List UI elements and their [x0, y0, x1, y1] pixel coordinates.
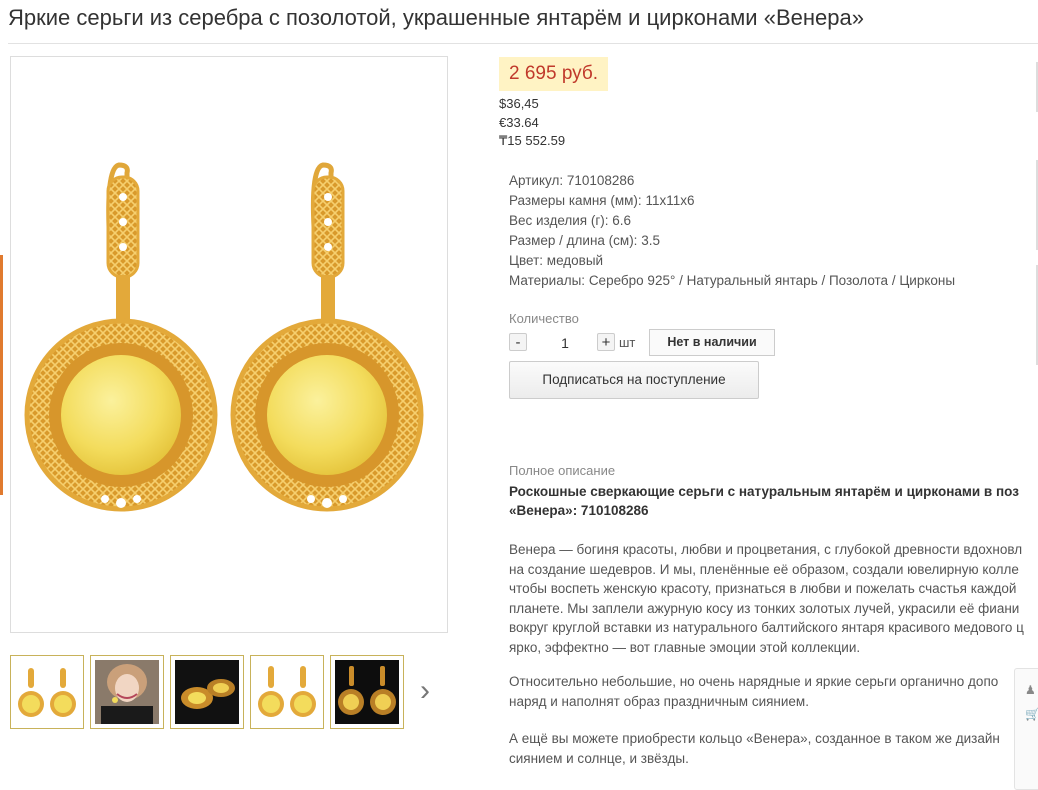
thumb-earrings-icon	[15, 660, 79, 724]
user-icon[interactable]: ♟	[1025, 683, 1036, 697]
price-eur: €33.64	[499, 115, 539, 130]
property-weight: Вес изделия (г): 6.6	[509, 213, 632, 228]
thumbnail-earrings-front-2[interactable]	[250, 655, 324, 729]
thumb-model-icon	[95, 660, 159, 724]
property-stone-size: Размеры камня (мм): 11х11х6	[509, 193, 695, 208]
quantity-input[interactable]	[536, 331, 594, 355]
floating-toolbar: ♟ 🛒	[1014, 668, 1038, 790]
product-title: Яркие серьги из серебра с позолотой, укр…	[8, 5, 864, 30]
cart-icon[interactable]: 🛒	[1025, 707, 1038, 721]
price-kzt: ₸15 552.59	[499, 133, 566, 148]
property-sku: Артикул: 710108286	[509, 173, 635, 188]
thumbnail-earrings-dark-angle[interactable]	[170, 655, 244, 729]
description-label: Полное описание	[509, 463, 616, 478]
right-earring	[230, 162, 424, 512]
title-divider	[8, 43, 1038, 44]
chevron-right-icon[interactable]: ›	[413, 675, 437, 709]
thumbnail-earrings-front[interactable]	[10, 655, 84, 729]
quantity-increase-button[interactable]: +	[597, 333, 615, 351]
thumb-earrings-2-icon	[255, 660, 319, 724]
quantity-label: Количество	[509, 311, 579, 326]
product-properties: Артикул: 710108286 Размеры камня (мм): 1…	[509, 171, 955, 291]
quantity-unit: шт	[619, 335, 636, 350]
price: 2 695 руб.	[499, 57, 609, 91]
property-size: Размер / длина (см): 3.5	[509, 233, 660, 248]
side-tab[interactable]	[0, 255, 3, 495]
description-paragraph: Венера — богиня красоты, любви и процвет…	[509, 542, 1024, 655]
thumbnail-earrings-dark-bg[interactable]	[330, 655, 404, 729]
left-earring	[24, 162, 218, 512]
description-heading: Роскошные сверкающие серьги с натуральны…	[509, 484, 1019, 518]
subscribe-button[interactable]: Подписаться на поступление	[509, 361, 759, 399]
thumbnail-model-photo[interactable]	[90, 655, 164, 729]
out-of-stock-button[interactable]: Нет в наличии	[649, 329, 775, 356]
description-paragraph: А ещё вы можете приобрести кольцо «Венер…	[509, 731, 1000, 766]
earrings-illustration	[24, 162, 424, 512]
thumb-dark-bg-icon	[335, 660, 399, 724]
description-paragraph: Относительно небольшие, но очень нарядны…	[509, 674, 999, 709]
thumb-dark-angle-icon	[175, 660, 239, 724]
property-materials: Материалы: Серебро 925° / Натуральный ян…	[509, 273, 956, 288]
main-product-image[interactable]	[10, 56, 448, 633]
property-color: Цвет: медовый	[509, 253, 604, 268]
price-usd: $36,45	[499, 96, 539, 111]
quantity-decrease-button[interactable]: -	[509, 333, 527, 351]
